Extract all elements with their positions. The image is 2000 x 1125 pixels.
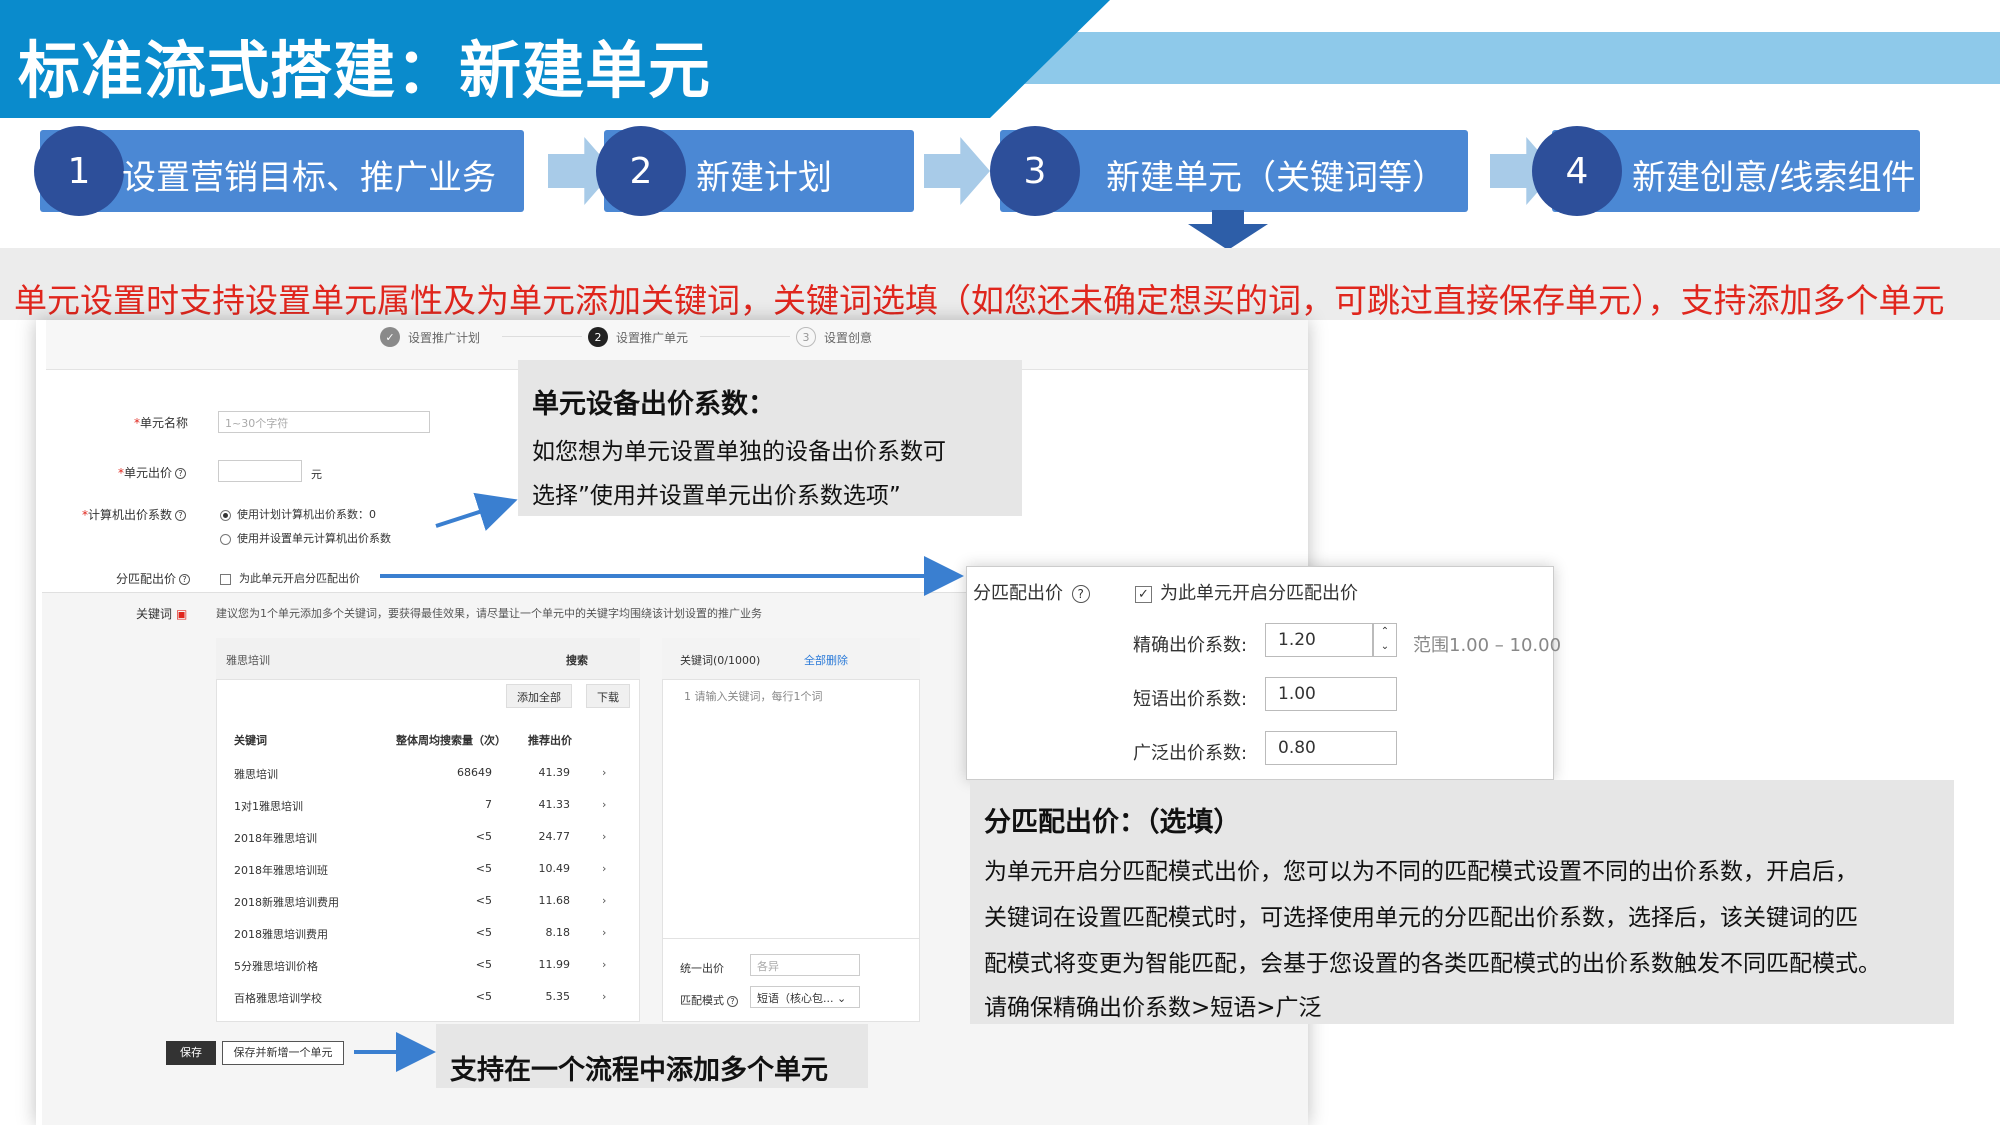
slide: 标准流式搭建：新建单元 1 设置营销目标、推广业务 2 新建计划 3 新建单元（… bbox=[0, 0, 2000, 1125]
arrow-right-icon bbox=[435, 492, 518, 531]
arrows-layer bbox=[354, 492, 964, 1072]
